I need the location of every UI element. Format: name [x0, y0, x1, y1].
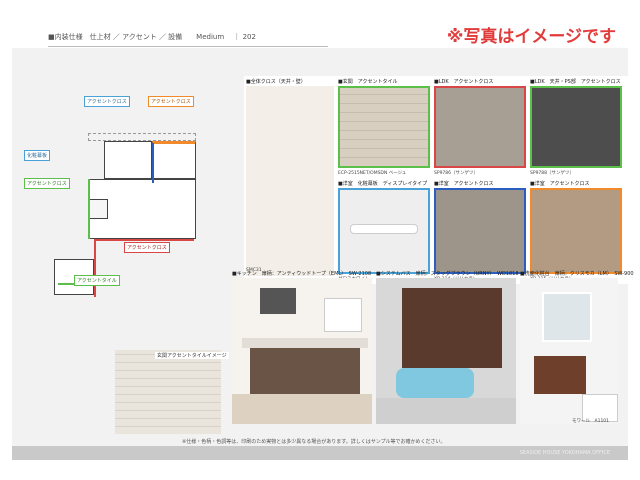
- sample-caption: SP9786（サンゲツ）: [434, 171, 479, 176]
- sample-caption: ECP-2515NET/OMSDN ベージュ: [338, 171, 407, 176]
- sample-title: ■洋室 アクセントクロス: [434, 181, 494, 187]
- bath-floor: [376, 398, 516, 424]
- bath-tub: [396, 368, 474, 398]
- sample-swatch: [338, 86, 430, 168]
- callout-accent-cross-green: アクセントクロス: [24, 178, 70, 189]
- callout-accent-tile: アクセントタイル: [74, 275, 120, 286]
- plan-room-bedroom1: [104, 141, 152, 179]
- sample-swatch: [434, 188, 526, 274]
- vanity-sample-label: モワール A1101: [572, 419, 610, 424]
- vanity-mirror: [542, 292, 592, 342]
- breadcrumb: ■内装仕様 仕上材 ／ アクセント ／ 設備 Medium ｜ 202: [48, 33, 256, 41]
- callout-accent-cross-blue: アクセントクロス: [84, 96, 130, 107]
- sample-swatch: [530, 86, 622, 168]
- sample-title: ■洋室 アクセントクロス: [530, 181, 590, 187]
- sample-title: ■LDK 天井・PS部 アクセントクロス: [530, 79, 621, 85]
- kitchen-counter: [242, 338, 368, 348]
- page-footer: SEASIDE HOUSE YOKOHAMA OFFICE: [12, 446, 628, 460]
- callout-accent-cross-red: アクセントクロス: [124, 242, 170, 253]
- display-rail: [350, 224, 418, 234]
- header-rule: [48, 46, 328, 47]
- footer-text: SEASIDE HOUSE YOKOHAMA OFFICE: [519, 450, 610, 456]
- footnote: ※仕様・色柄・色調等は、印刷のため実物とは多少異なる場合があります。詳しくはサン…: [182, 439, 446, 445]
- sample-caption: SP9788（サンゲツ）: [530, 171, 575, 176]
- kitchen-photo: [232, 278, 372, 424]
- image-notice: ※写真はイメージです: [446, 27, 616, 47]
- plan-accent-wall-red: [94, 239, 194, 241]
- plan-balcony: [88, 133, 196, 141]
- photo-title: ■洗面化粧台 扉柄：クリスモカ（LM） SW-900: [520, 271, 634, 277]
- accent-tile-image-label: 玄関アクセントタイルイメージ: [155, 352, 229, 359]
- sample-title: ■玄関 アクセントタイル: [338, 79, 398, 85]
- kitchen-cabinets: [250, 348, 360, 394]
- callout-decorative-panel: 化粧幕板: [24, 150, 51, 161]
- photo-title: ■キッチン 扉柄：アンティウッドトープ（EML） SW-2108: [232, 271, 372, 277]
- bath-wall: [402, 288, 502, 368]
- sample-title: ■洋室 化粧幕板 ディスプレイタイプ: [338, 181, 428, 187]
- kitchen-floor: [232, 394, 372, 424]
- sample-title: ■LDK アクセントクロス: [434, 79, 494, 85]
- plan-accent-wall-red-vertical: [94, 239, 96, 297]
- kitchen-window: [324, 298, 362, 332]
- plan-accent-wall-green: [88, 179, 90, 239]
- sample-swatch: [434, 86, 526, 168]
- accent-tile-image: 玄関アクセントタイルイメージ: [115, 350, 229, 434]
- sample-title: ■全体クロス（天井・壁）: [246, 79, 306, 85]
- material-samples-panel: ■全体クロス（天井・壁） SMC31 ■玄関 アクセントタイル ECP-2515…: [244, 76, 630, 284]
- kitchen-hood: [260, 288, 296, 314]
- plan-accent-tile-green: [58, 283, 74, 285]
- sample-swatch: [246, 86, 334, 276]
- bath-photo: [376, 278, 516, 424]
- sample-swatch: [338, 188, 430, 274]
- photo-title: ■システムバス 扉柄：スタッグブラウン（URNY） WD1818: [376, 271, 519, 277]
- sample-swatch: [530, 188, 622, 274]
- callout-accent-cross-orange: アクセントクロス: [148, 96, 194, 107]
- plan-room-bedroom2: [152, 141, 196, 179]
- vanity-photo: モワール A1101: [520, 278, 618, 424]
- plan-room-kitchen: [88, 199, 108, 219]
- document-page: ■内装仕様 仕上材 ／ アクセント ／ 設備 Medium ｜ 202 ※写真は…: [12, 20, 634, 460]
- plan-accent-wall-blue: [152, 143, 154, 183]
- vanity-cabinet: [534, 356, 586, 394]
- page-header: ■内装仕様 仕上材 ／ アクセント ／ 設備 Medium ｜ 202 ※写真は…: [12, 20, 628, 48]
